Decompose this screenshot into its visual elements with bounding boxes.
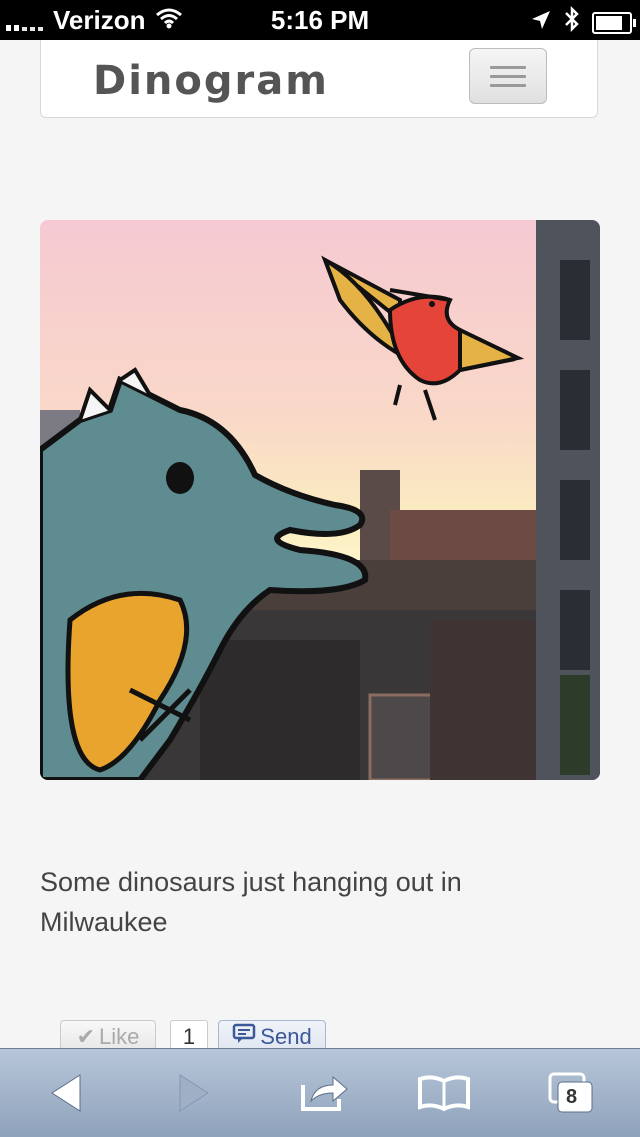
forward-icon[interactable] [168, 1069, 220, 1117]
brand-logo[interactable]: Dinogram [93, 58, 329, 104]
bookmarks-icon[interactable] [418, 1069, 470, 1117]
send-label: Send [260, 1024, 312, 1049]
checkmark-icon: ✔ [76, 1024, 96, 1049]
status-right [530, 5, 636, 39]
battery-icon [592, 11, 636, 34]
hamburger-icon-bar [490, 74, 526, 78]
status-bar: Verizon 5:16 PM [0, 0, 640, 40]
bluetooth-icon [564, 5, 580, 39]
browser-toolbar: 8 [0, 1048, 640, 1137]
hamburger-icon [490, 65, 526, 69]
navbar: Dinogram [40, 40, 598, 118]
tabs-icon[interactable]: 8 [546, 1069, 598, 1117]
tab-count: 8 [566, 1086, 578, 1108]
hamburger-icon-bar [490, 83, 526, 87]
speech-bubble-icon [232, 1023, 256, 1051]
post-caption: Some dinosaurs just hanging out in Milwa… [40, 867, 462, 937]
post-photo [40, 220, 600, 780]
like-label: Like [99, 1024, 140, 1049]
share-icon[interactable] [298, 1069, 350, 1117]
location-icon [530, 7, 552, 38]
menu-toggle-button[interactable] [469, 48, 547, 104]
back-icon[interactable] [40, 1069, 92, 1117]
